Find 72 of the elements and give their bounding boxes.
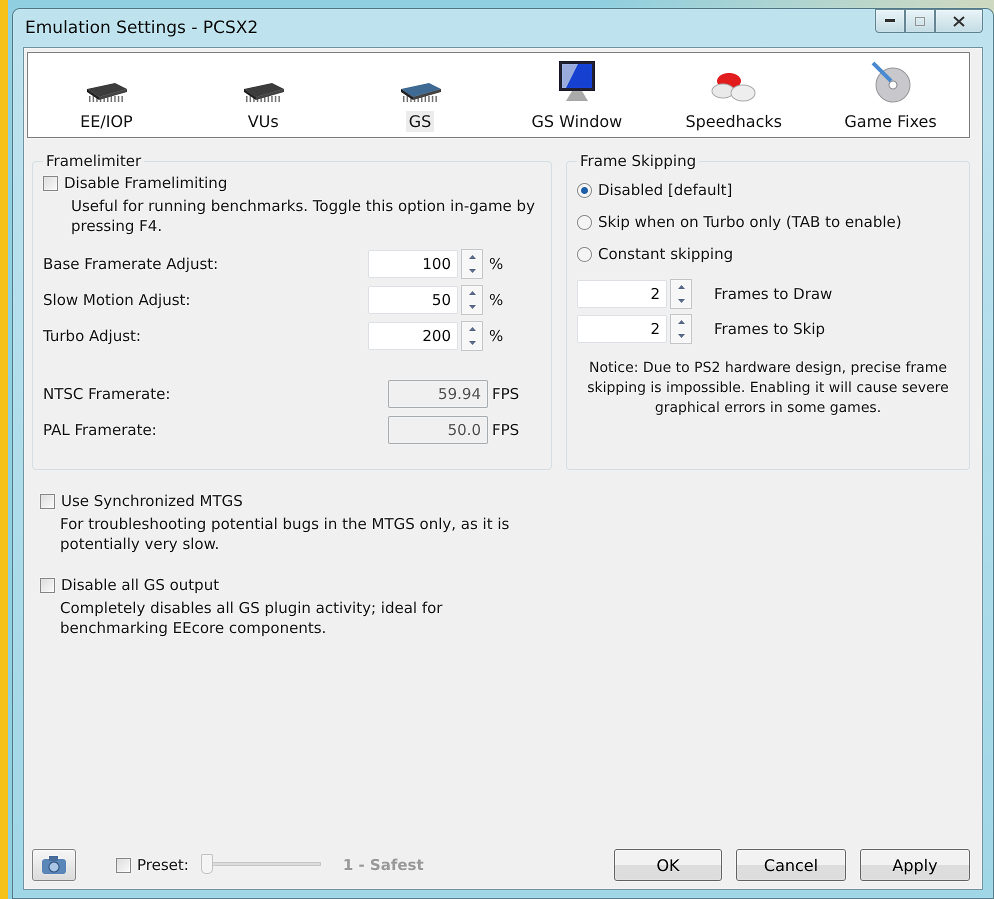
number-field[interactable]: 50	[368, 286, 458, 314]
group-title: Framelimiter	[45, 152, 142, 170]
preset-slider[interactable]	[200, 854, 321, 876]
camera-icon[interactable]	[41, 855, 67, 875]
dialog-button[interactable]: Apply	[860, 849, 970, 881]
settings-tab[interactable]: GS Window	[502, 53, 652, 137]
up-arrow-icon[interactable]	[678, 320, 684, 324]
up-arrow-icon[interactable]	[678, 284, 684, 288]
spin-button[interactable]	[461, 321, 483, 351]
checkbox[interactable]	[43, 176, 58, 190]
field-label: Turbo Adjust:	[43, 327, 142, 345]
down-arrow-icon[interactable]	[468, 269, 476, 273]
close-icon[interactable]	[953, 16, 965, 26]
spin-button[interactable]	[670, 314, 692, 344]
number-field[interactable]: 2	[577, 280, 667, 308]
dialog-button[interactable]: Cancel	[736, 849, 846, 881]
unit-label: %	[489, 291, 504, 309]
field-label: PAL Framerate:	[43, 421, 158, 439]
disc-icon	[868, 59, 913, 105]
settings-tab[interactable]: VUs	[188, 53, 338, 137]
preset-reading: 1 - Safest	[342, 856, 424, 874]
field-label: NTSC Framerate:	[43, 385, 172, 403]
unit-label: FPS	[492, 421, 520, 439]
down-arrow-icon[interactable]	[678, 298, 684, 302]
number-field[interactable]: 100	[368, 250, 458, 278]
checkbox[interactable]	[40, 494, 55, 508]
down-arrow-icon[interactable]	[468, 305, 476, 309]
radio-button[interactable]	[577, 246, 592, 262]
down-arrow-icon[interactable]	[468, 341, 476, 345]
up-arrow-icon[interactable]	[468, 327, 476, 331]
minimize-icon[interactable]	[885, 19, 895, 23]
unit-label: %	[489, 327, 504, 345]
spin-button[interactable]	[461, 249, 483, 279]
settings-tab[interactable]: Speedhacks	[658, 53, 809, 137]
close-button[interactable]	[935, 9, 983, 33]
field-label: Base Framerate Adjust:	[43, 255, 220, 273]
up-arrow-icon[interactable]	[468, 291, 476, 295]
minimize-button[interactable]	[875, 9, 905, 33]
settings-tab[interactable]: EE/IOP	[31, 53, 182, 137]
spin-button[interactable]	[461, 285, 483, 315]
checkbox-label: Disable Framelimiting	[64, 174, 228, 192]
checkbox-label: Preset:	[137, 856, 189, 874]
checkbox-label: Disable all GS output	[61, 576, 220, 594]
checkbox-label: Use Synchronized MTGS	[61, 492, 243, 510]
field-label: Frames to Draw	[714, 284, 832, 302]
notice-text: Notice: Due to PS2 hardware design, precise frame skipping is impossible. Enabling it will cause severe graphical errors in some games.	[586, 359, 950, 418]
field-label: Frames to Skip	[714, 320, 826, 338]
readonly-field[interactable]: 50.0	[388, 416, 488, 444]
number-field[interactable]: 200	[368, 322, 458, 350]
option-note: Completely disables all GS plugin activity; ideal for benchmarking EEcore components.	[60, 598, 444, 638]
radio-label: Constant skipping	[598, 245, 734, 263]
readonly-field[interactable]: 59.94	[388, 380, 488, 408]
down-arrow-icon[interactable]	[678, 334, 684, 338]
radio-button[interactable]	[577, 182, 592, 198]
field-label: Slow Motion Adjust:	[43, 291, 192, 309]
number-field[interactable]: 2	[577, 314, 667, 342]
option-note: Useful for running benchmarks. Toggle this option in-game by pressing F4.	[71, 196, 536, 236]
up-arrow-icon[interactable]	[468, 255, 476, 259]
group-title: Frame Skipping	[579, 152, 698, 170]
camera-button[interactable]	[32, 849, 76, 881]
radio-label: Disabled [default]	[598, 181, 732, 199]
radio-button[interactable]	[577, 214, 592, 230]
spin-button[interactable]	[670, 278, 692, 308]
radio-label: Skip when on Turbo only (TAB to enable)	[598, 213, 902, 231]
dialog-button[interactable]: OK	[614, 849, 722, 881]
unit-label: FPS	[492, 385, 520, 403]
settings-tab[interactable]: GS	[345, 53, 496, 137]
settings-tab[interactable]: Game Fixes	[816, 53, 966, 137]
unit-label: %	[489, 255, 504, 273]
checkbox[interactable]	[40, 578, 55, 592]
window-title: Emulation Settings - PCSX2	[24, 18, 258, 38]
option-note: For troubleshooting potential bugs in the MTGS only, as it is potentially very slow.	[60, 514, 510, 554]
